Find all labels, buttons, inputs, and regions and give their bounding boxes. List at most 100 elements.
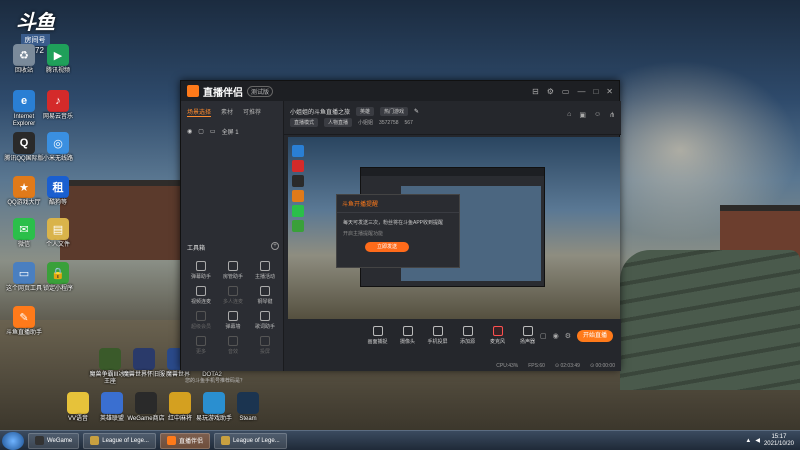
gift-icon[interactable]: ⌂ — [567, 111, 571, 119]
app-title-bar[interactable]: 直播伴侣 测试版 ⊟ ⚙ ▭ — □ ✕ — [181, 81, 619, 101]
desktop-icon-netease-music[interactable]: ♪ 网易云音乐 — [36, 90, 80, 121]
xiaohongshu-icon: ◎ — [47, 132, 69, 154]
start-live-button[interactable]: 开始直播 — [577, 330, 613, 342]
control-button[interactable]: 摄像头 — [397, 326, 419, 345]
tool-item[interactable]: 弹幕助手 — [185, 261, 217, 280]
dialog-tip[interactable]: 开启主播提醒功能 — [337, 228, 459, 239]
wechat-icon: ✉ — [13, 218, 35, 240]
start-button[interactable] — [2, 431, 24, 450]
eye-icon[interactable]: ◉ — [187, 128, 192, 135]
tool-label: 投屏 — [259, 349, 270, 355]
desktop-icon-label: 腾讯视频 — [45, 68, 70, 74]
taskbar-item[interactable]: WeGame — [28, 432, 80, 449]
tool-icon — [196, 286, 206, 296]
maximize-button[interactable]: □ — [593, 87, 598, 96]
send-now-button[interactable]: 立即发送 — [365, 242, 409, 252]
lock-icon[interactable]: ▢ — [198, 128, 204, 135]
taskbar-item[interactable]: 直播伴侣 — [159, 432, 210, 449]
tool-icon — [228, 336, 238, 346]
control-icon — [372, 326, 383, 336]
tool-label: 视频连麦 — [190, 299, 211, 305]
tool-item[interactable]: 房管助手 — [217, 261, 249, 280]
room-header: 小姐姐的斗鱼直播之旅 英雄 热门游戏 ✎ 直播模式 人物直播 小姐姐 35727… — [284, 101, 621, 135]
computer-icon: ▭ — [13, 262, 35, 284]
clock[interactable]: 15:17 2021/10/20 — [764, 434, 794, 448]
app-icon — [99, 348, 121, 370]
gear-icon[interactable]: ⚙ — [565, 332, 571, 340]
tray-volume-icon[interactable]: ◀ — [755, 437, 760, 444]
tool-item[interactable]: 多人连麦 — [217, 286, 249, 305]
scene-item[interactable]: ◉ ▢ ▭ 全屏 1 — [181, 123, 283, 140]
tab-scenes[interactable]: 场景选择 — [187, 107, 212, 117]
taskbar-item[interactable]: League of Lege... — [83, 432, 156, 449]
tool-icon — [260, 261, 270, 271]
tool-item[interactable]: 弹幕墙 — [217, 311, 249, 330]
minimize-button[interactable]: — — [577, 87, 585, 96]
tool-item[interactable]: 视频连麦 — [185, 286, 217, 305]
toolbox-add-button[interactable]: + — [271, 242, 279, 250]
share-icon[interactable]: ⋔ — [609, 111, 615, 119]
type-pill[interactable]: 人物直播 — [324, 118, 353, 127]
category-pill[interactable]: 英雄 — [356, 107, 375, 116]
control-button[interactable]: 添加源 — [457, 326, 479, 345]
notice-text[interactable]: 您的斗鱼手机号推荐码是？ — [185, 377, 245, 384]
control-button[interactable]: 画面捕捉 — [367, 326, 389, 345]
mode-pill[interactable]: 直播模式 — [290, 118, 319, 127]
live-companion-window[interactable]: 直播伴侣 测试版 ⊟ ⚙ ▭ — □ ✕ 场景选择 素材 可推荐 ◉ ▢ ▭ 全… — [180, 80, 621, 384]
tool-item[interactable]: 歌词助手 — [249, 311, 281, 330]
control-icon — [402, 326, 413, 336]
tool-item[interactable]: 投屏 — [249, 336, 281, 355]
scene-tabs: 场景选择 素材 可推荐 — [181, 101, 283, 123]
control-label: 摄像头 — [399, 339, 415, 345]
app-icon — [133, 348, 155, 370]
beauty-icon[interactable]: ☺ — [594, 111, 601, 119]
desktop-icon-dot-tool[interactable]: 租酷狗等 — [36, 176, 80, 207]
fps-status: FPS:60 — [528, 363, 545, 369]
skin-button[interactable]: ⊟ — [532, 87, 539, 96]
desktop-icon-tencent-video[interactable]: ▶ 腾讯视频 — [36, 44, 80, 75]
close-button[interactable]: ✕ — [606, 87, 613, 96]
extra-count: 567 — [404, 119, 413, 126]
desktop-icon-xiaohongshu[interactable]: ◎ 小米无线路 — [36, 132, 80, 163]
app-title: 直播伴侣 — [203, 87, 243, 99]
tool-item[interactable]: 钢琴键 — [249, 286, 281, 305]
desktop-icon-lock-app[interactable]: 🔒 锁定小程序 — [36, 262, 80, 293]
tool-icon — [228, 286, 238, 296]
taskbar: WeGame League of Lege... 直播伴侣 League of Leg… — [0, 430, 800, 450]
mini-mode-button[interactable]: ▭ — [562, 87, 570, 96]
desktop-icon-bottom[interactable]: Steam — [226, 392, 270, 423]
app-logo-icon — [187, 85, 199, 97]
control-button[interactable]: 手机投屏 — [427, 326, 449, 345]
edit-icon[interactable]: ✎ — [414, 108, 419, 115]
room-title[interactable]: 小姐姐的斗鱼直播之旅 — [290, 107, 350, 116]
tray-network-icon[interactable]: ▲ — [745, 438, 751, 444]
game-pill[interactable]: 热门游戏 — [380, 107, 409, 116]
control-button[interactable]: 扬声器 — [517, 326, 539, 345]
monitor-icon: ▭ — [209, 129, 216, 135]
anchor-name: 小姐姐 — [358, 120, 374, 126]
tool-item[interactable]: 更多 — [185, 336, 217, 355]
tool-item[interactable]: 音效 — [217, 336, 249, 355]
toolbox-title: 工具箱 — [187, 246, 206, 252]
tab-materials[interactable]: 素材 — [221, 107, 233, 117]
tool-item[interactable]: 主播活动 — [249, 261, 281, 280]
taskbar-item[interactable]: League of Lege... — [213, 432, 287, 449]
record-duration: ⊙ 00:00:00 — [589, 363, 615, 369]
view-icon[interactable]: ◉ — [553, 332, 559, 340]
taskbar-app-icon — [90, 436, 100, 445]
netease-music-icon: ♪ — [47, 90, 69, 112]
tool-item[interactable]: 超级会员 — [185, 311, 217, 330]
control-button[interactable]: 麦克风 — [487, 326, 509, 345]
desktop-icon-user-folder[interactable]: ▤ 个人文件 — [36, 218, 80, 249]
desktop-icon-douyu-helper[interactable]: ✎ 斗鱼直播助手 — [2, 306, 46, 337]
control-label: 手机投屏 — [427, 339, 448, 345]
app-icon — [237, 392, 259, 414]
settings-button[interactable]: ⚙ — [547, 87, 554, 96]
control-label: 麦克风 — [489, 339, 505, 345]
bag-icon[interactable]: ▣ — [579, 111, 586, 119]
camera-icon[interactable]: ▢ — [540, 332, 547, 340]
tool-label: 多人连麦 — [222, 299, 243, 305]
start-reminder-dialog: 斗鱼开播提醒 每天可发送三次，粉丝将在斗鱼APP收到提醒 开启主播提醒功能 立即… — [336, 194, 460, 268]
desktop-icon-label: 网易云音乐 — [42, 114, 73, 120]
tab-recommend[interactable]: 可推荐 — [243, 107, 261, 117]
